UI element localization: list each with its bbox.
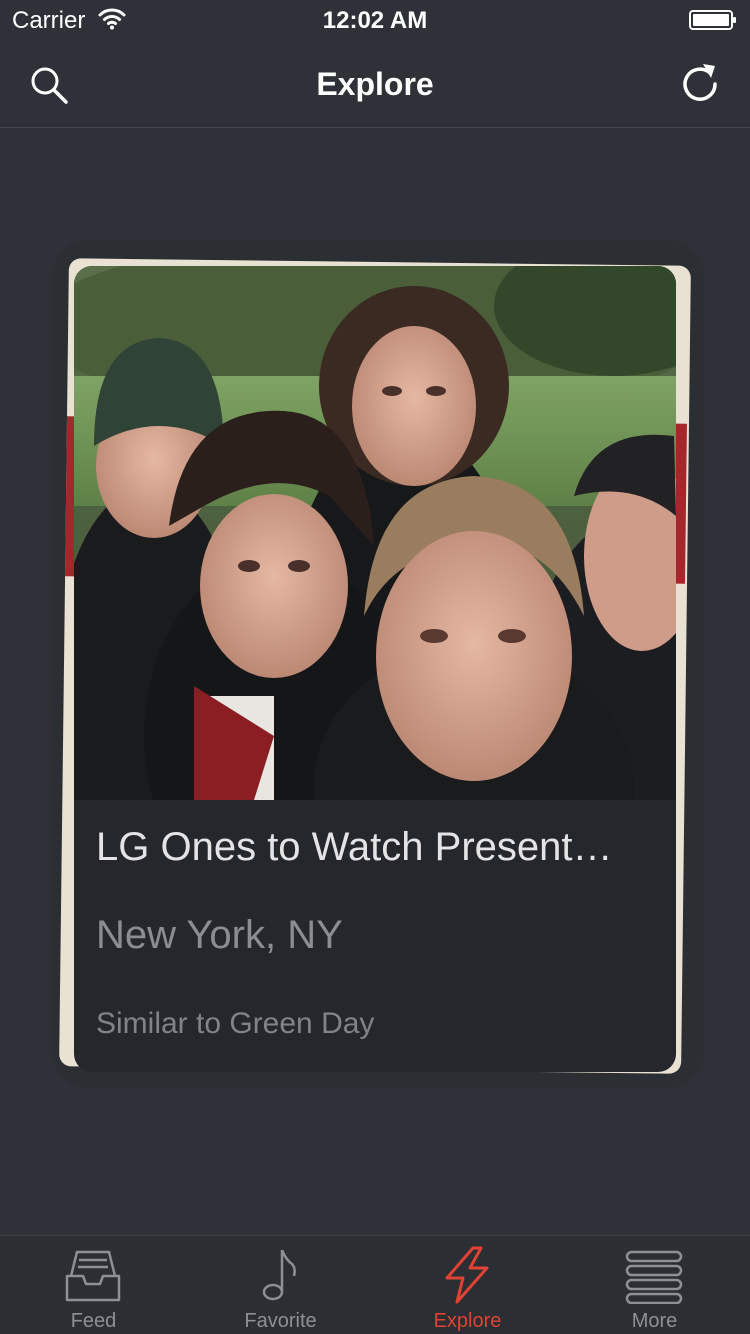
event-location: New York, NY xyxy=(96,913,343,957)
music-note-icon xyxy=(262,1249,296,1301)
status-time: 12:02 AM xyxy=(322,7,428,34)
inbox-icon xyxy=(65,1250,121,1302)
similar-artist-label: Similar to Green Day xyxy=(96,1007,375,1040)
page-title: Explore xyxy=(316,66,434,102)
status-bar: Carrier 12:02 AM xyxy=(0,0,750,40)
menu-icon xyxy=(625,1250,683,1304)
tab-explore[interactable]: Explore xyxy=(374,1236,561,1334)
app-root: Carrier 12:02 AM Explore LG Ones to Watc… xyxy=(0,0,750,1334)
nav-bar: Explore xyxy=(0,40,750,128)
tab-feed[interactable]: Feed xyxy=(0,1236,187,1334)
tab-label: Feed xyxy=(70,1310,117,1332)
battery-icon xyxy=(689,10,736,30)
tab-bar: Feed Favorite Explore More xyxy=(0,1235,750,1334)
tab-label: Explore xyxy=(433,1310,502,1332)
tab-more[interactable]: More xyxy=(561,1236,748,1334)
refresh-icon[interactable] xyxy=(677,60,723,106)
event-title: LG Ones to Watch Present… xyxy=(96,825,613,869)
event-card[interactable]: LG Ones to Watch Present… New York, NY S… xyxy=(74,266,676,1072)
tab-label: More xyxy=(631,1310,678,1332)
band-photo xyxy=(74,266,676,800)
tab-label: Favorite xyxy=(244,1310,317,1332)
lightning-icon xyxy=(445,1246,489,1304)
tab-favorite[interactable]: Favorite xyxy=(187,1236,374,1334)
